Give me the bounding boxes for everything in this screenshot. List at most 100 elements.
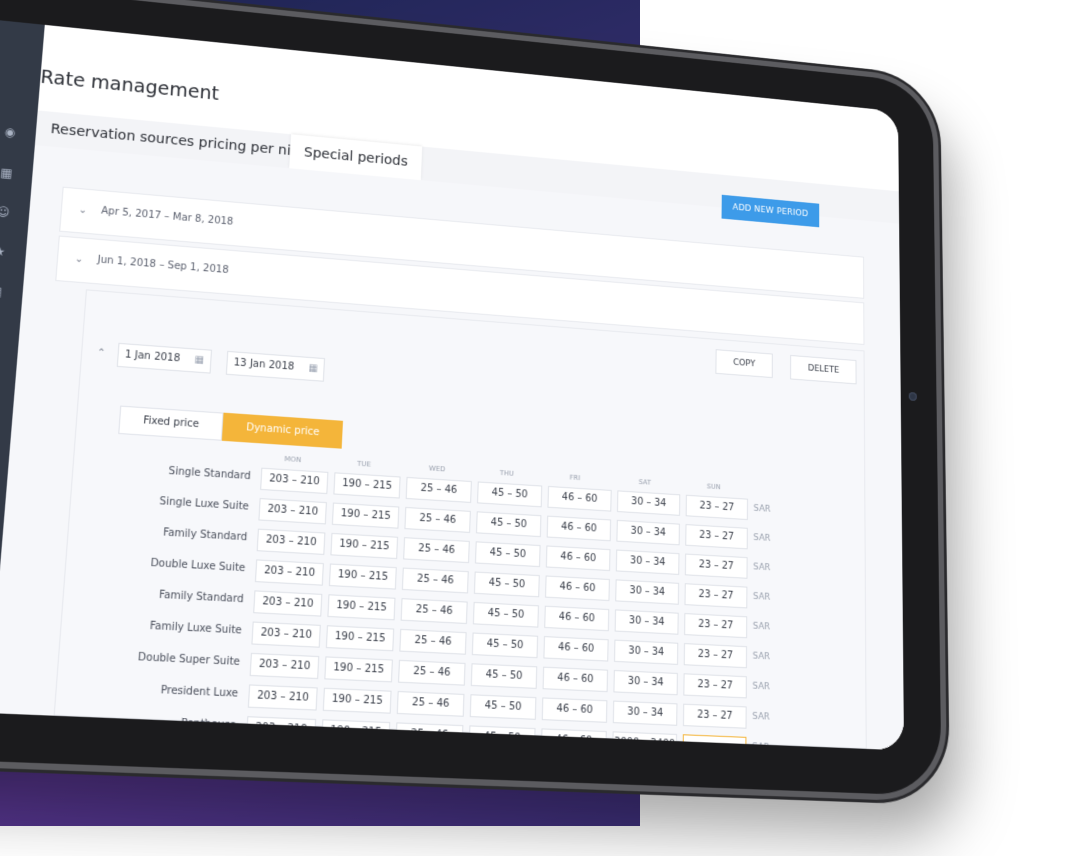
grid-icon[interactable]: ▤ [0, 284, 4, 299]
day-header: TUE [356, 459, 372, 469]
rate-input[interactable]: 45 – 50 [472, 601, 539, 628]
rate-input[interactable]: 190 – 215 [322, 687, 392, 714]
room-type-label: Single Standard [168, 465, 251, 483]
rate-input[interactable]: 23 – 27 [682, 703, 747, 729]
rate-input[interactable]: 203 – 210 [251, 621, 321, 648]
day-header: WED [428, 464, 446, 474]
chevron-down-icon: ⌄ [74, 253, 84, 266]
chevron-up-icon[interactable]: ⌃ [96, 347, 106, 359]
rate-input[interactable]: 45 – 50 [470, 663, 538, 689]
rate-input[interactable]: 203 – 210 [254, 559, 324, 586]
rate-input[interactable]: 25 – 46 [400, 598, 468, 625]
rate-input[interactable]: 45 – 50 [469, 694, 537, 720]
rate-input[interactable]: 190 – 215 [327, 594, 396, 621]
rate-input[interactable]: 30 – 34 [615, 579, 680, 605]
app-screen: ◉ ▦ ☺ ★ ▤ ▭ ⚇ Rate management Reservatio… [0, 14, 905, 751]
rate-input[interactable]: 190 – 215 [331, 502, 400, 529]
rate-input[interactable]: 30 – 34 [613, 669, 678, 696]
rate-input[interactable]: 23 – 27 [683, 673, 747, 699]
logo-icon[interactable]: ◉ [2, 125, 18, 140]
start-date-field[interactable]: 1 Jan 2018 ▦ [116, 342, 213, 374]
rate-input[interactable]: 190 – 215 [330, 532, 399, 560]
rate-input[interactable]: 45 – 50 [474, 541, 541, 568]
dynamic-price-toggle[interactable]: Dynamic price [221, 412, 344, 449]
rate-input[interactable]: 23 – 27 [684, 553, 748, 579]
star-icon[interactable]: ★ [0, 244, 8, 259]
day-header: FRI [569, 473, 581, 483]
currency-label: SAR [753, 562, 771, 574]
rate-input[interactable]: 46 – 60 [545, 545, 611, 572]
end-date-field[interactable]: 13 Jan 2018 ▦ [225, 350, 326, 382]
rate-input[interactable]: 46 – 60 [546, 515, 612, 542]
day-header: MON [284, 454, 302, 465]
day-header: THU [499, 469, 515, 478]
rate-input[interactable]: 190 – 215 [333, 472, 401, 499]
rate-input[interactable]: 190 – 215 [325, 625, 395, 652]
rate-input[interactable]: 23 – 27 [685, 524, 748, 550]
room-type-label: Family Luxe Suite [149, 620, 243, 637]
currency-label: SAR [753, 503, 771, 515]
rate-input[interactable]: 23 – 27 [683, 643, 748, 669]
calendar-icon[interactable]: ▦ [194, 354, 204, 366]
room-type-label: Family Standard [158, 589, 244, 606]
rate-input[interactable]: 30 – 34 [616, 519, 680, 546]
rate-input[interactable]: 203 – 210 [256, 528, 326, 555]
rate-input[interactable]: 46 – 60 [545, 575, 610, 602]
rate-input[interactable]: 23 – 27 [684, 583, 748, 609]
rate-input[interactable]: 203 – 210 [260, 467, 329, 495]
rate-input[interactable]: 25 – 46 [398, 659, 466, 686]
rate-input[interactable]: 30 – 34 [614, 609, 679, 635]
calendar-icon[interactable]: ▦ [0, 165, 14, 181]
currency-label: SAR [752, 621, 771, 633]
rate-input[interactable]: 45 – 50 [473, 571, 540, 598]
rate-input[interactable]: 25 – 46 [396, 690, 465, 717]
copy-button[interactable]: COPY [715, 349, 773, 379]
calendar-icon[interactable]: ▦ [308, 363, 318, 375]
period-detail: COPY DELETE ⌃ 1 Jan 2018 ▦ 13 Jan 2018 ▦ F… [53, 289, 867, 751]
rate-input[interactable]: 190 – 215 [328, 563, 397, 590]
chevron-down-icon: ⌄ [78, 204, 88, 217]
rate-input[interactable]: 203 – 210 [258, 498, 327, 525]
rate-input[interactable]: 190 – 215 [324, 656, 393, 683]
rate-input[interactable]: 25 – 46 [403, 537, 470, 564]
rate-input[interactable]: 203 – 210 [253, 590, 323, 617]
rate-input[interactable]: 45 – 50 [471, 632, 539, 659]
rate-input[interactable]: 30 – 34 [617, 490, 681, 516]
currency-label: SAR [753, 533, 771, 544]
room-type-label: Double Super Suite [137, 651, 241, 669]
currency-label: SAR [752, 711, 770, 723]
rate-input[interactable]: 46 – 60 [544, 605, 610, 632]
tablet-device: ◉ ▦ ☺ ★ ▤ ▭ ⚇ Rate management Reservatio… [0, 0, 1040, 856]
rate-input[interactable]: 25 – 46 [404, 506, 471, 533]
room-type-label: President Luxe [160, 684, 239, 700]
delete-button[interactable]: DELETE [790, 355, 857, 385]
main-content: Rate management Reservation sources pric… [0, 24, 905, 751]
day-header: SUN [706, 482, 721, 492]
rate-input[interactable]: 46 – 60 [541, 697, 608, 723]
rate-input[interactable]: 30 – 34 [614, 639, 679, 665]
end-date-value: 13 Jan 2018 [233, 357, 295, 373]
room-type-label: Double Luxe Suite [150, 557, 246, 575]
rate-input[interactable]: 23 – 27 [684, 613, 748, 639]
rate-input[interactable]: 46 – 60 [542, 666, 609, 693]
page-title: Rate management [39, 66, 220, 105]
rate-input[interactable]: 203 – 210 [249, 652, 320, 680]
rate-input[interactable]: 25 – 46 [401, 567, 469, 594]
room-type-label: Family Standard [162, 527, 248, 544]
fixed-price-toggle[interactable]: Fixed price [118, 405, 224, 441]
rate-input[interactable]: 23 – 27 [685, 494, 748, 521]
period-label: Apr 5, 2017 – Mar 8, 2018 [100, 205, 234, 228]
rate-input[interactable]: 25 – 46 [399, 628, 467, 655]
currency-label: SAR [752, 591, 771, 603]
rate-input[interactable]: 30 – 34 [615, 549, 680, 575]
rate-input[interactable]: 45 – 50 [477, 481, 543, 508]
rate-input[interactable]: 30 – 34 [612, 700, 678, 726]
guests-icon[interactable]: ☺ [0, 205, 11, 220]
card-icon[interactable]: ▭ [0, 324, 1, 339]
rate-input[interactable]: 46 – 60 [543, 636, 609, 662]
rate-input[interactable]: 203 – 210 [247, 684, 318, 711]
rate-input[interactable]: 45 – 50 [475, 511, 542, 538]
camera [908, 392, 917, 402]
rate-input[interactable]: 46 – 60 [547, 485, 612, 512]
rate-input[interactable]: 25 – 46 [405, 476, 472, 503]
